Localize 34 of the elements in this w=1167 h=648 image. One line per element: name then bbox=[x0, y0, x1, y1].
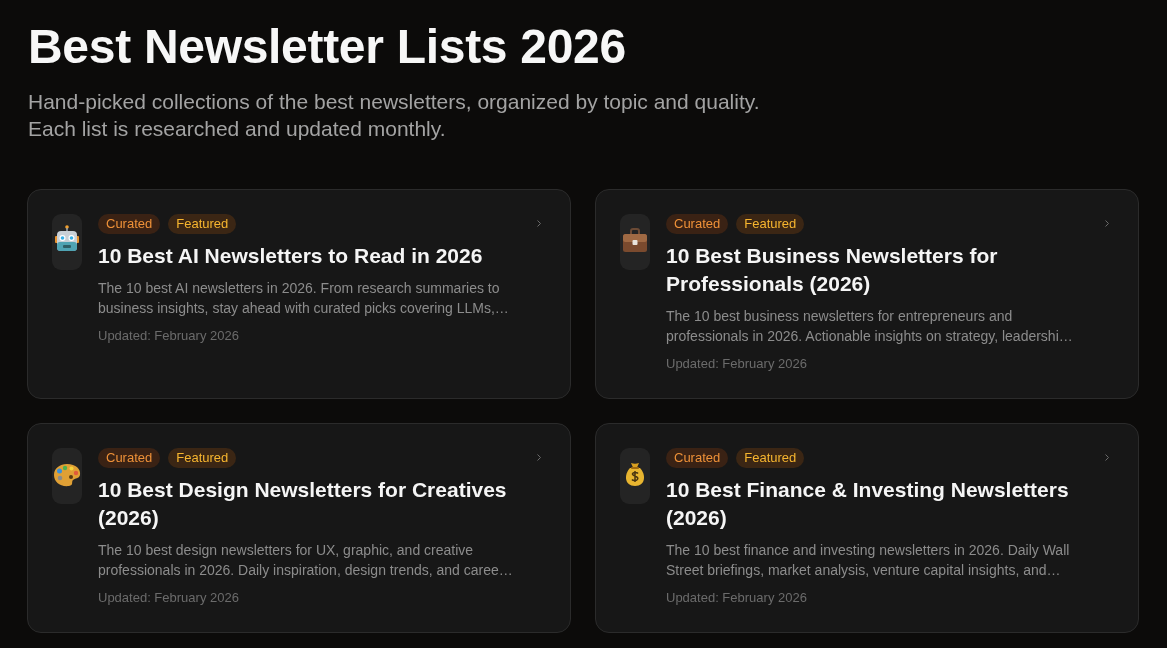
updated-date: Updated: February 2026 bbox=[98, 327, 240, 345]
list-card[interactable] bbox=[27, 423, 571, 633]
briefcase-icon bbox=[620, 214, 650, 270]
card-title: 10 Best Design Newsletters for Creatives (2026) bbox=[98, 477, 508, 531]
list-card[interactable] bbox=[595, 423, 1139, 633]
card-title: 10 Best Business Newsletters for Professionals (2026) bbox=[666, 243, 999, 297]
card-description: The 10 best finance and investing newsletters in 2026. Daily Wall Street briefings, market analysis, venture capital insights, and… bbox=[666, 541, 1071, 580]
tag: Curated bbox=[98, 214, 161, 234]
card-title: 10 Best Finance & Investing Newsletters (2026) bbox=[666, 477, 1070, 531]
tag: Curated bbox=[98, 448, 161, 468]
card-description: The 10 best AI newsletters in 2026. From research summaries to business insights, stay ahead with curated picks covering LLMs,… bbox=[98, 279, 510, 318]
tag: Featured bbox=[168, 448, 237, 468]
chevron-right-icon bbox=[537, 454, 541, 461]
page-subtitle: Hand-picked collections of the best newsletters, organized by topic and quality. Each list is researched and updated monthly. bbox=[28, 89, 760, 142]
tag: Featured bbox=[168, 214, 237, 234]
tag: Featured bbox=[736, 214, 805, 234]
card-description: The 10 best business newsletters for entrepreneurs and professionals in 2026. Actionable insights on strategy, leadershi… bbox=[666, 307, 1074, 346]
tag: Featured bbox=[736, 448, 805, 468]
palette-icon bbox=[52, 448, 82, 504]
chevron-right-icon bbox=[1105, 454, 1109, 461]
page-title: Best Newsletter Lists 2026 bbox=[28, 20, 626, 74]
robot-icon bbox=[52, 214, 82, 270]
money-bag-icon bbox=[620, 448, 650, 504]
chevron-right-icon bbox=[1105, 220, 1109, 227]
list-card[interactable] bbox=[27, 189, 571, 399]
updated-date: Updated: February 2026 bbox=[666, 355, 808, 373]
card-title: 10 Best AI Newsletters to Read in 2026 bbox=[98, 243, 484, 269]
updated-date: Updated: February 2026 bbox=[666, 589, 808, 607]
list-card[interactable] bbox=[595, 189, 1139, 399]
card-description: The 10 best design newsletters for UX, graphic, and creative professionals in 2026. Daily inspiration, design trends, and caree… bbox=[98, 541, 514, 580]
tag: Curated bbox=[666, 214, 729, 234]
chevron-right-icon bbox=[537, 220, 541, 227]
tag: Curated bbox=[666, 448, 729, 468]
updated-date: Updated: February 2026 bbox=[98, 589, 240, 607]
